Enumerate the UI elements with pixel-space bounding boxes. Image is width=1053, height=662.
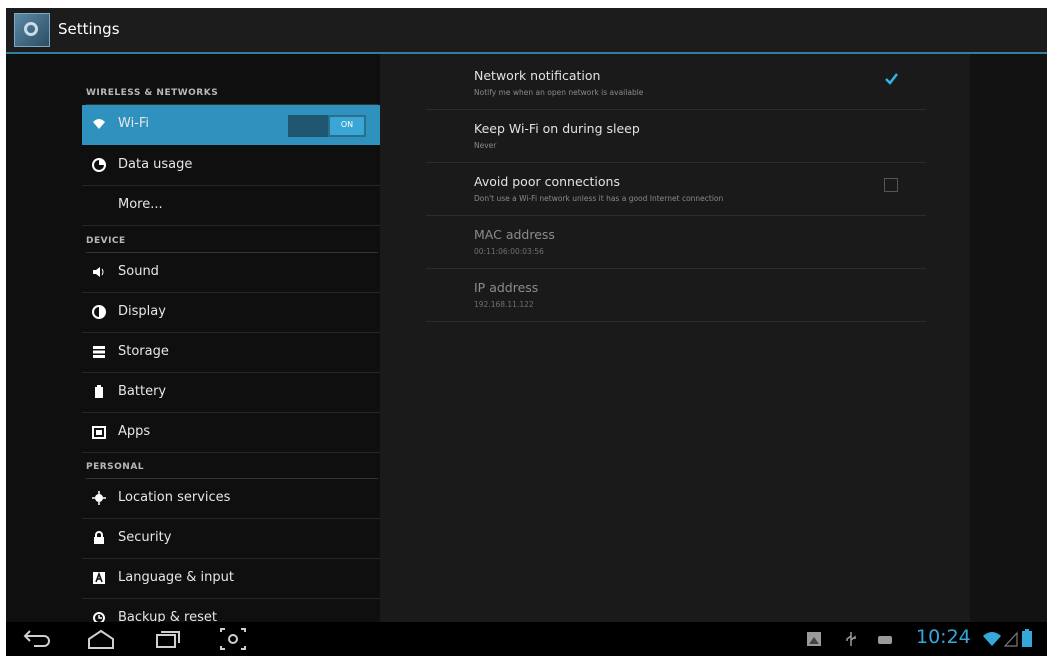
screen: Settings WIRELESS & NETWORKS Wi-Fi ON Da…: [6, 8, 1047, 656]
pref-summary: 00:11:06:00:03:56: [474, 247, 544, 256]
sidebar-item-label: Apps: [118, 424, 151, 439]
storage-icon: [93, 346, 105, 358]
sidebar-item-label: More...: [118, 197, 163, 212]
section-header-wireless: WIRELESS & NETWORKS: [86, 88, 378, 105]
section-header-personal: PERSONAL: [86, 462, 378, 479]
sidebar-item-label: Battery: [118, 384, 167, 399]
pref-ip-address: IP address 192.168.11.122: [426, 270, 926, 322]
android-debug-icon: [878, 636, 892, 644]
sidebar-item-more[interactable]: More...: [82, 186, 380, 226]
sidebar-item-sound[interactable]: Sound: [82, 253, 380, 293]
sidebar-item-location[interactable]: Location services: [82, 479, 380, 519]
data-usage-icon: [92, 158, 106, 172]
sidebar-item-label: Location services: [118, 490, 231, 505]
pref-summary: Notify me when an open network is availa…: [474, 88, 644, 97]
sidebar-item-label: Storage: [118, 344, 169, 359]
status-clock: 10:24: [916, 626, 971, 648]
pref-title: IP address: [474, 280, 539, 295]
settings-app-icon[interactable]: [14, 13, 50, 47]
battery-icon: [95, 385, 103, 398]
sidebar-item-apps[interactable]: Apps: [82, 413, 380, 453]
screenshot-icon[interactable]: [216, 626, 250, 652]
back-icon[interactable]: [20, 626, 54, 652]
sidebar-item-language[interactable]: Language & input: [82, 559, 380, 599]
pref-summary: Don't use a Wi-Fi network unless it has …: [474, 194, 724, 203]
home-icon[interactable]: [84, 626, 118, 652]
sidebar-item-label: Security: [118, 530, 172, 545]
cell-signal-icon: [1004, 631, 1018, 647]
pref-title: Avoid poor connections: [474, 174, 620, 189]
section-header-device: DEVICE: [86, 236, 378, 253]
usb-icon: [846, 632, 856, 646]
pref-network-notification[interactable]: Network notification Notify me when an o…: [426, 58, 926, 110]
wifi-toggle-switch[interactable]: ON: [288, 115, 366, 137]
sidebar-item-label: Language & input: [118, 570, 234, 585]
sidebar-item-storage[interactable]: Storage: [82, 333, 380, 373]
speaker-icon: [93, 267, 104, 277]
sidebar-item-display[interactable]: Display: [82, 293, 380, 333]
wifi-signal-icon: [983, 632, 1001, 646]
sidebar-item-security[interactable]: Security: [82, 519, 380, 559]
sidebar-item-label: Sound: [118, 264, 159, 279]
sidebar-item-wifi[interactable]: Wi-Fi ON: [82, 105, 380, 145]
battery-status-icon: [1022, 629, 1032, 647]
apps-icon: [92, 426, 106, 439]
pref-summary: Never: [474, 141, 497, 150]
pref-avoid-poor-connections[interactable]: Avoid poor connections Don't use a Wi-Fi…: [426, 164, 926, 216]
lock-icon: [94, 531, 104, 544]
sidebar-item-label: Display: [118, 304, 166, 319]
pref-summary: 192.168.11.122: [474, 300, 534, 309]
checkbox-checked-icon[interactable]: [884, 72, 898, 86]
sidebar-item-label: Backup & reset: [118, 610, 217, 622]
sidebar-item-label: Data usage: [118, 157, 193, 172]
wifi-settings-panel: Network notification Notify me when an o…: [380, 54, 970, 622]
sidebar-item-backup[interactable]: Backup & reset: [82, 599, 380, 622]
location-icon: [92, 491, 106, 505]
recent-apps-icon[interactable]: [150, 626, 184, 652]
language-icon: [93, 571, 105, 584]
wifi-icon: [93, 119, 105, 129]
app-title: Settings: [58, 20, 120, 38]
brightness-icon: [92, 305, 106, 319]
toggle-label: ON: [340, 120, 354, 129]
pref-title: Network notification: [474, 68, 601, 83]
pref-mac-address: MAC address 00:11:06:00:03:56: [426, 217, 926, 269]
sidebar-item-label: Wi-Fi: [118, 116, 150, 131]
settings-headers-list: WIRELESS & NETWORKS Wi-Fi ON Data usage …: [6, 54, 380, 622]
toggle-on-part: ON: [330, 117, 364, 135]
gallery-notification-icon[interactable]: [806, 631, 822, 647]
toggle-off-part: [288, 115, 328, 137]
pref-title: MAC address: [474, 227, 555, 242]
sidebar-item-data-usage[interactable]: Data usage: [82, 146, 380, 186]
system-bar: 10:24: [6, 622, 1047, 656]
action-bar: Settings: [6, 8, 1047, 54]
backup-icon: [93, 612, 105, 622]
checkbox-unchecked[interactable]: [884, 178, 898, 192]
pref-keep-wifi-on[interactable]: Keep Wi-Fi on during sleep Never: [426, 111, 926, 163]
sidebar-item-battery[interactable]: Battery: [82, 373, 380, 413]
pref-title: Keep Wi-Fi on during sleep: [474, 121, 640, 136]
